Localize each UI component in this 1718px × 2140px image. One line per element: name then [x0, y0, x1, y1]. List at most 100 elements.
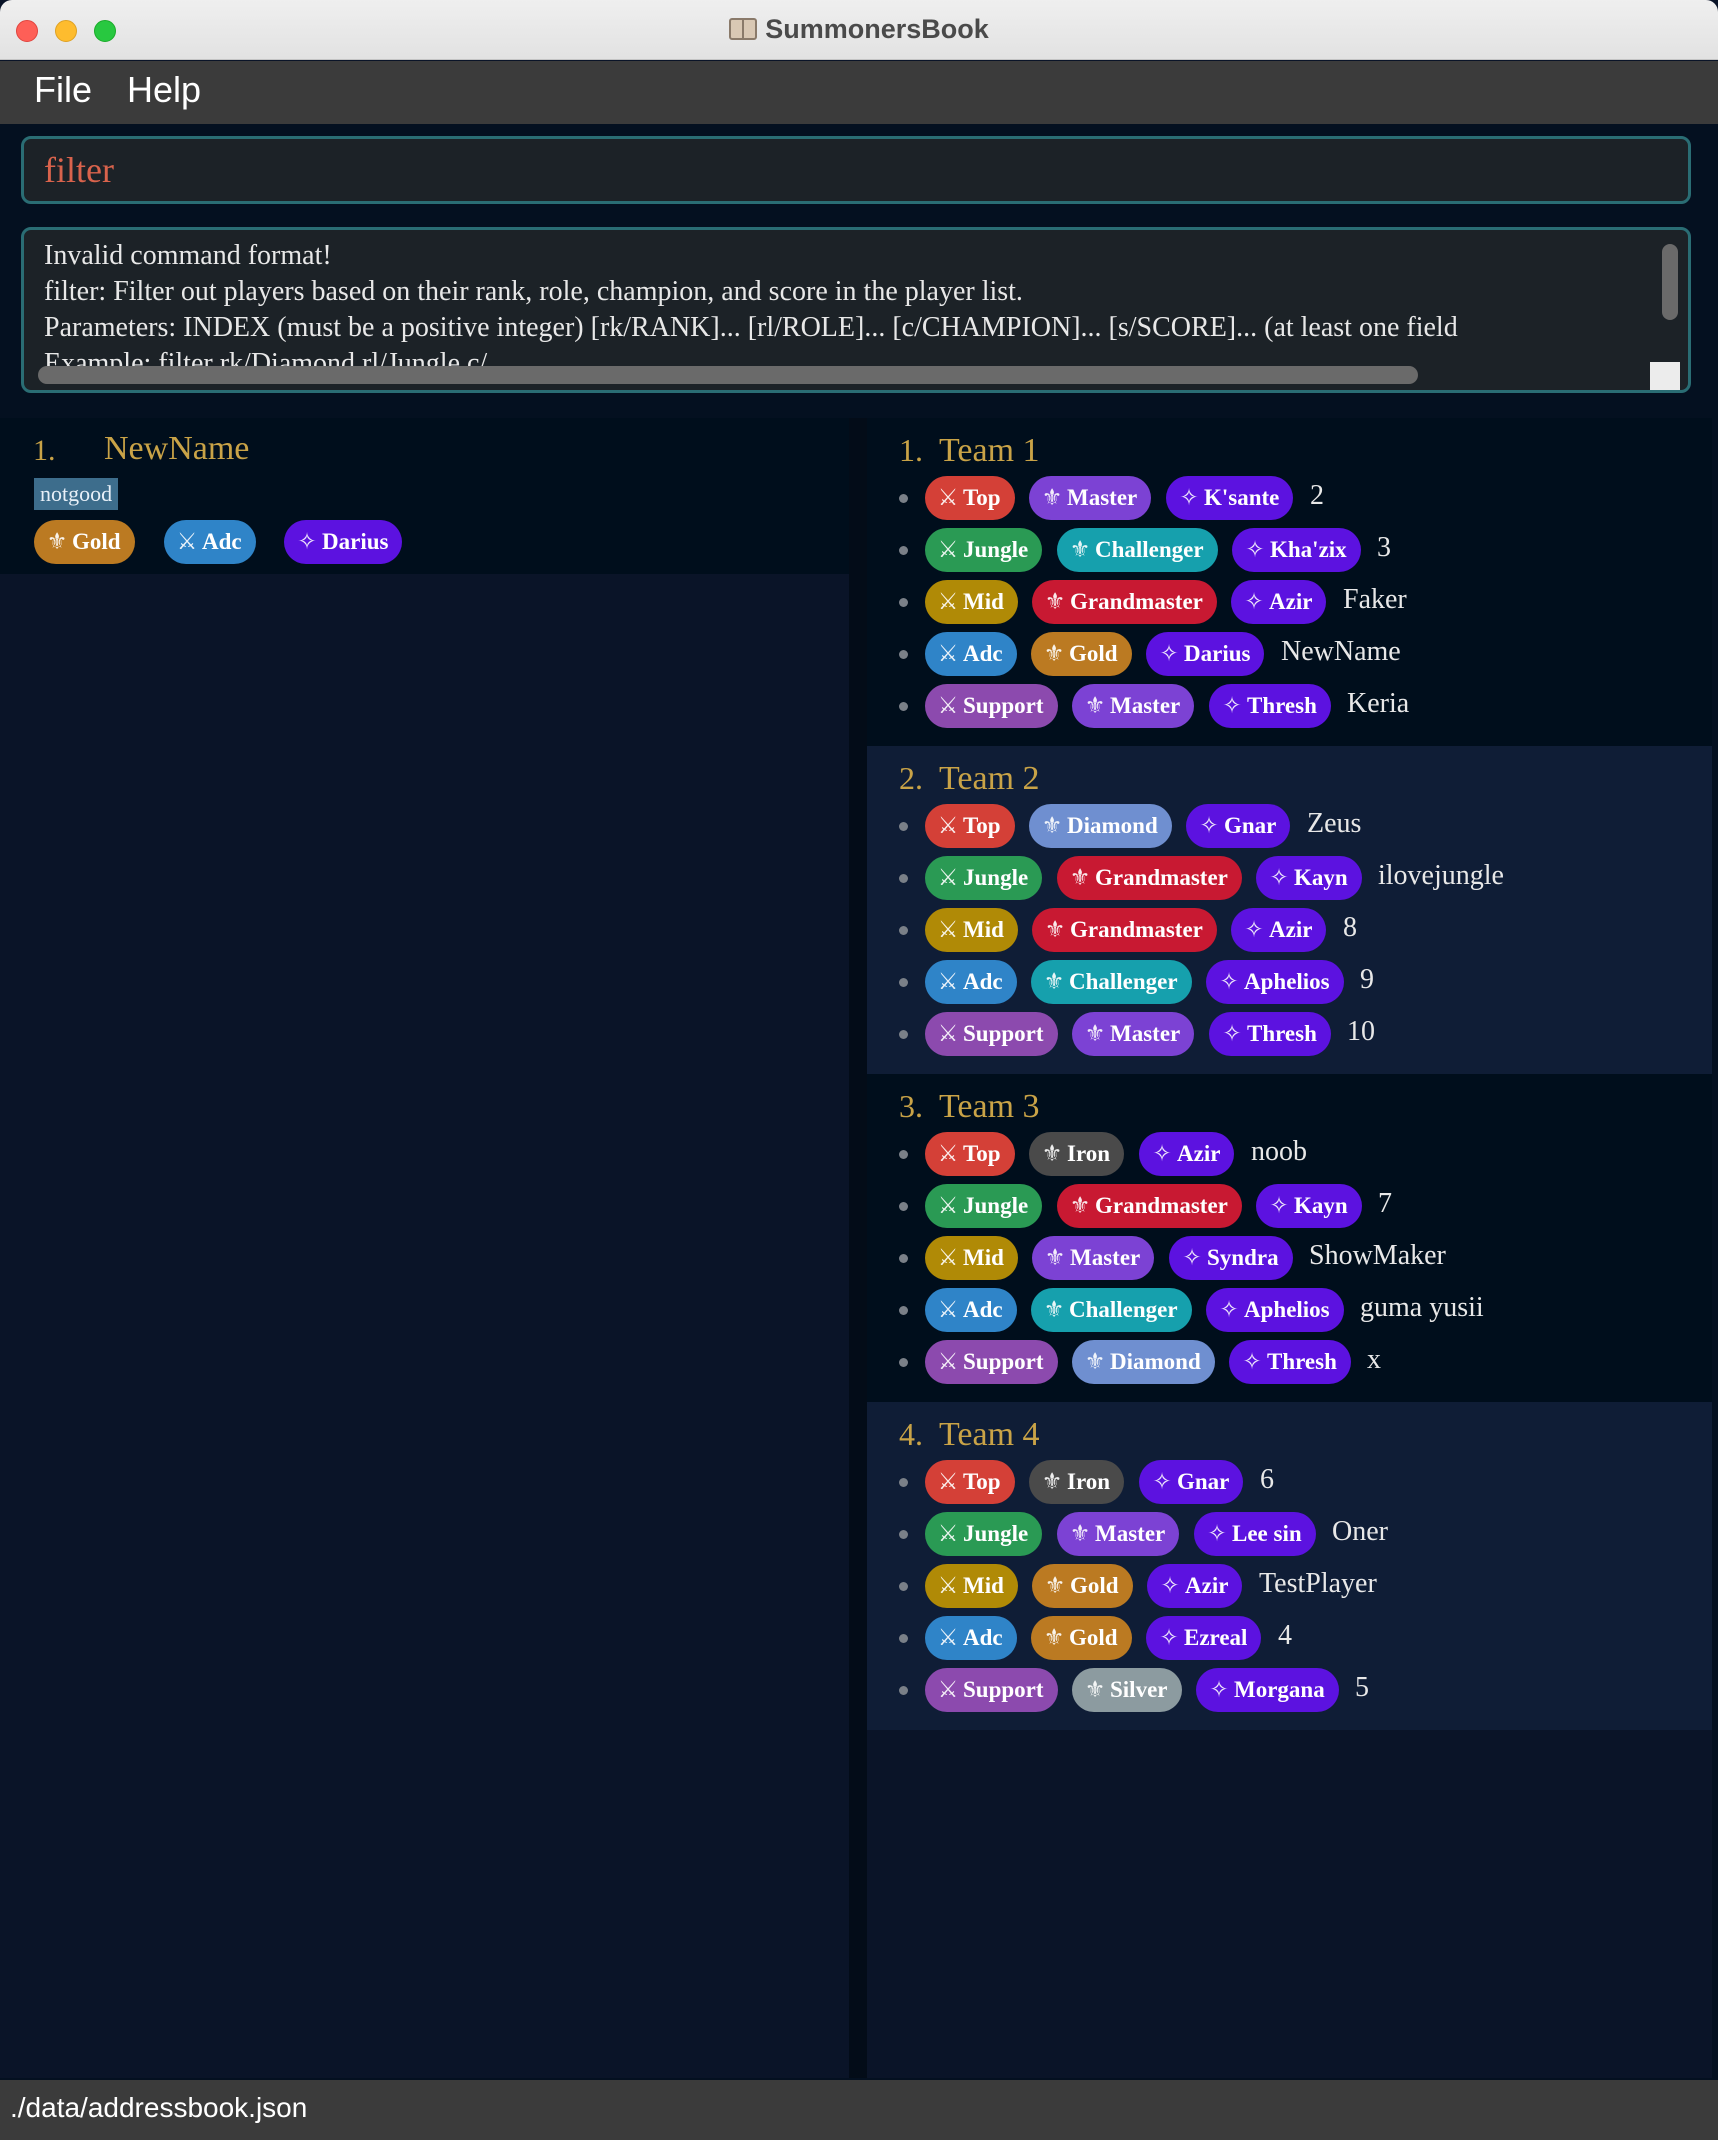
fleur-de-lis-icon: ⚜: [1069, 537, 1091, 562]
fleur-de-lis-icon: ⚜: [1043, 969, 1065, 994]
team-card[interactable]: 1. Team 1 ⚔ Top ⚜ Master ✧ K'sante 2 ⚔ Jungle ⚜ Chal…: [867, 418, 1712, 746]
team-member-row[interactable]: ⚔ Mid ⚜ Grandmaster ✧ Azir Faker: [867, 580, 1712, 624]
role-label: Support: [963, 1677, 1044, 1702]
panel-splitter[interactable]: [849, 418, 867, 2078]
sparkle-icon: ✧: [1179, 485, 1199, 510]
role-label: Support: [963, 1349, 1044, 1374]
champion-label: Azir: [1177, 1141, 1221, 1166]
champion-pill: ✧ Darius: [284, 520, 403, 564]
team-member-row[interactable]: ⚔ Support ⚜ Master ✧ Thresh 10: [867, 1012, 1712, 1056]
team-card[interactable]: 4. Team 4 ⚔ Top ⚜ Iron ✧ Gnar 6 ⚔ Jungle ⚜ Master ✧ Le…: [867, 1402, 1712, 1730]
team-member-row[interactable]: ⚔ Support ⚜ Master ✧ Thresh Keria: [867, 684, 1712, 728]
team-member-row[interactable]: ⚔ Adc ⚜ Gold ✧ Ezreal 4: [867, 1616, 1712, 1660]
fleur-de-lis-icon: ⚜: [1069, 865, 1091, 890]
member-name: 2: [1310, 480, 1324, 511]
team-list-panel[interactable]: 1. Team 1 ⚔ Top ⚜ Master ✧ K'sante 2 ⚔ Jungle ⚜ Chal…: [867, 418, 1712, 2078]
rank-pill: ⚜ Gold: [1031, 1616, 1132, 1660]
bullet-icon: [899, 1030, 908, 1039]
champion-pill: ✧ Gnar: [1186, 804, 1291, 848]
fleur-de-lis-icon: ⚜: [1041, 485, 1063, 510]
team-member-row[interactable]: ⚔ Support ⚜ Diamond ✧ Thresh x: [867, 1340, 1712, 1384]
member-name: 7: [1378, 1188, 1392, 1219]
fleur-de-lis-icon: ⚜: [1044, 1573, 1066, 1598]
team-member-row[interactable]: ⚔ Jungle ⚜ Grandmaster ✧ Kayn ilovejungle: [867, 856, 1712, 900]
team-member-row[interactable]: ⚔ Top ⚜ Master ✧ K'sante 2: [867, 476, 1712, 520]
team-card[interactable]: 2. Team 2 ⚔ Top ⚜ Diamond ✧ Gnar Zeus ⚔ Jungle ⚜ Gra…: [867, 746, 1712, 1074]
role-pill: ⚔ Jungle: [925, 1184, 1043, 1228]
bullet-icon: [899, 650, 908, 659]
fleur-de-lis-icon: ⚜: [1044, 1245, 1066, 1270]
sparkle-icon: ✧: [1219, 969, 1239, 994]
team-member-row[interactable]: ⚔ Top ⚜ Diamond ✧ Gnar Zeus: [867, 804, 1712, 848]
team-member-row[interactable]: ⚔ Support ⚜ Silver ✧ Morgana 5: [867, 1668, 1712, 1712]
role-pill: ⚔ Mid: [925, 1236, 1018, 1280]
team-member-row[interactable]: ⚔ Adc ⚜ Gold ✧ Darius NewName: [867, 632, 1712, 676]
role-pill: ⚔ Top: [925, 804, 1015, 848]
title-bar: SummonersBook: [0, 0, 1718, 60]
player-list-panel[interactable]: 1. NewName notgood ⚜ Gold ⚔ Adc ✧ Darius: [0, 418, 849, 2078]
champion-label: Thresh: [1267, 1349, 1337, 1374]
rank-pill: ⚜ Challenger: [1057, 528, 1218, 572]
rank-pill: ⚜ Challenger: [1031, 960, 1192, 1004]
player-index: 1.: [33, 434, 56, 467]
team-member-row[interactable]: ⚔ Top ⚜ Iron ✧ Gnar 6: [867, 1460, 1712, 1504]
champion-pill: ✧ Azir: [1231, 580, 1327, 624]
role-pill: ⚔ Adc: [925, 960, 1017, 1004]
team-member-row[interactable]: ⚔ Jungle ⚜ Challenger ✧ Kha'zix 3: [867, 528, 1712, 572]
team-name: Team 4: [939, 1416, 1040, 1453]
rank-pill: ⚜ Grandmaster: [1057, 856, 1242, 900]
team-name: Team 3: [939, 1088, 1040, 1125]
member-name: Keria: [1347, 688, 1410, 719]
team-member-row[interactable]: ⚔ Mid ⚜ Gold ✧ Azir TestPlayer: [867, 1564, 1712, 1608]
team-member-row[interactable]: ⚔ Adc ⚜ Challenger ✧ Aphelios guma yusii: [867, 1288, 1712, 1332]
champion-label: Syndra: [1207, 1245, 1279, 1270]
team-name: Team 1: [939, 432, 1040, 469]
sparkle-icon: ✧: [1269, 865, 1289, 890]
crossed-swords-icon: ⚔: [937, 1349, 959, 1374]
champion-pill: ✧ Syndra: [1169, 1236, 1293, 1280]
team-member-row[interactable]: ⚔ Top ⚜ Iron ✧ Azir noob: [867, 1132, 1712, 1176]
role-pill: ⚔ Support: [925, 684, 1058, 728]
champion-label: Azir: [1185, 1573, 1229, 1598]
player-card[interactable]: 1. NewName notgood ⚜ Gold ⚔ Adc ✧ Darius: [0, 418, 849, 574]
role-pill: ⚔ Adc: [925, 632, 1017, 676]
sparkle-icon: ✧: [1159, 641, 1179, 666]
rank-label: Master: [1110, 1021, 1181, 1046]
team-member-row[interactable]: ⚔ Jungle ⚜ Grandmaster ✧ Kayn 7: [867, 1184, 1712, 1228]
bullet-icon: [899, 822, 908, 831]
champion-pill: ✧ Azir: [1231, 908, 1327, 952]
champion-pill: ✧ Thresh: [1229, 1340, 1351, 1384]
crossed-swords-icon: ⚔: [937, 1297, 959, 1322]
fleur-de-lis-icon: ⚜: [1043, 1297, 1065, 1322]
vertical-scrollbar[interactable]: [1662, 244, 1678, 320]
menu-file[interactable]: File: [34, 69, 92, 111]
champion-pill: ✧ Azir: [1139, 1132, 1235, 1176]
rank-label: Challenger: [1069, 969, 1178, 994]
team-member-row[interactable]: ⚔ Adc ⚜ Challenger ✧ Aphelios 9: [867, 960, 1712, 1004]
fleur-de-lis-icon: ⚜: [1084, 1349, 1106, 1374]
command-box: [21, 136, 1691, 204]
rank-label: Master: [1110, 693, 1181, 718]
fleur-de-lis-icon: ⚜: [1084, 693, 1106, 718]
role-pill: ⚔ Top: [925, 1132, 1015, 1176]
rank-pill: ⚜ Gold: [1031, 632, 1132, 676]
team-card[interactable]: 3. Team 3 ⚔ Top ⚜ Iron ✧ Azir noob ⚔ Jungle ⚜ Grandm…: [867, 1074, 1712, 1402]
command-input[interactable]: [44, 147, 1664, 193]
team-member-row[interactable]: ⚔ Jungle ⚜ Master ✧ Lee sin Oner: [867, 1512, 1712, 1556]
crossed-swords-icon: ⚔: [937, 1677, 959, 1702]
champion-label: K'sante: [1204, 485, 1280, 510]
fleur-de-lis-icon: ⚜: [46, 529, 68, 554]
horizontal-scrollbar[interactable]: [38, 366, 1418, 384]
team-index: 4.: [899, 1416, 923, 1452]
champion-pill: ✧ K'sante: [1166, 476, 1294, 520]
champion-label: Gnar: [1177, 1469, 1230, 1494]
team-member-row[interactable]: ⚔ Mid ⚜ Grandmaster ✧ Azir 8: [867, 908, 1712, 952]
role-pill: ⚔ Mid: [925, 908, 1018, 952]
champion-label: Thresh: [1247, 693, 1317, 718]
rank-label: Gold: [72, 529, 121, 554]
menu-help[interactable]: Help: [127, 69, 201, 111]
rank-label: Silver: [1110, 1677, 1168, 1702]
role-label: Jungle: [963, 865, 1029, 890]
team-member-row[interactable]: ⚔ Mid ⚜ Master ✧ Syndra ShowMaker: [867, 1236, 1712, 1280]
champion-pill: ✧ Morgana: [1196, 1668, 1339, 1712]
